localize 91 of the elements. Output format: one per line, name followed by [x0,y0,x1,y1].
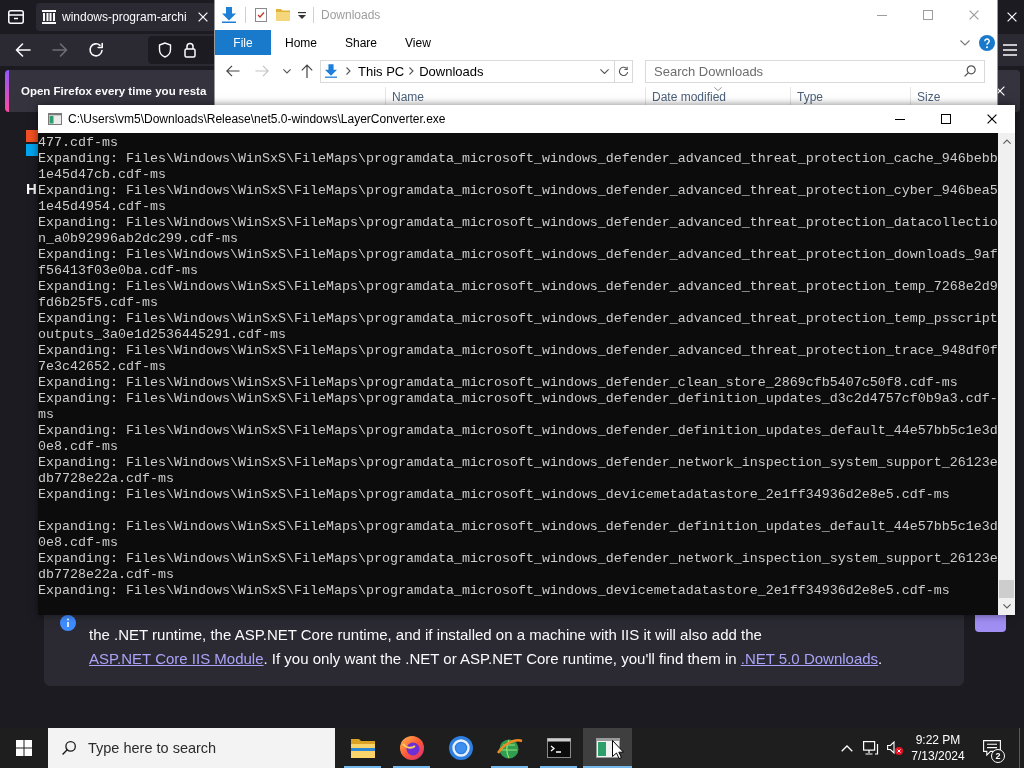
mouse-pointer-icon [612,740,624,759]
chevron-down-icon[interactable] [600,68,609,74]
maximize-icon[interactable] [941,114,951,124]
console-line: Expanding: Files\Windows\WinSxS\FileMaps\programdata_microsoft_windows_defender_advanced_threat_protection_temp_psscript [38,311,998,327]
flame-globe-icon [399,736,424,760]
menu-icon[interactable] [1003,44,1017,56]
taskbar-app-button[interactable] [583,728,632,768]
chevron-down-icon[interactable] [960,39,970,46]
console-line: Expanding: Files\Windows\WinSxS\FileMaps\programdata_microsoft_windows_defender_advanced_threat_protection_cache_946bebb [38,151,998,167]
caret-up-icon[interactable] [841,744,853,752]
console-line: 0e8.cdf-ms [38,535,119,551]
close-tab-icon[interactable] [198,12,208,22]
search-field[interactable]: Search Downloads [645,59,985,83]
download-arrow-icon [325,64,337,78]
console-line: 477.cdf-ms [38,135,119,151]
muted-speaker-icon[interactable] [887,741,903,755]
console-line: outputs_3a0e1d2536445291.cdf-ms [38,327,287,343]
breadcrumb[interactable]: Downloads [419,63,484,79]
folder-icon [350,738,375,758]
console-line: Expanding: Files\Windows\WinSxS\FileMaps\programdata_microsoft_windows_defender_advanced_threat_protection_datacollectio [38,215,998,231]
console-line: db7728e22a.cdf-ms [38,471,175,487]
globe-swoosh-icon [496,737,523,759]
checkmark-sheet-icon[interactable] [255,8,267,22]
scroll-down-icon[interactable] [1002,604,1011,609]
scroll-up-icon[interactable] [1002,139,1011,144]
console-line: Expanding: Files\Windows\WinSxS\FileMaps\programdata_microsoft_windows_defender_advanced_threat_protection_downloads_9af [38,247,998,263]
shield-icon[interactable] [158,42,172,58]
console-line: Expanding: Files\Windows\WinSxS\FileMaps\programdata_microsoft_windows_devicemetadatastore_2e1ff34936d2e8e5.cdf-ms [38,583,951,599]
page-heading: H [26,180,37,198]
console-line: Expanding: Files\Windows\WinSxS\FileMaps\programdata_microsoft_windows_defender_definition_updates_d3c2d4757cf0b9a3.cdf- [38,391,998,407]
download-arrow-icon[interactable] [222,7,236,23]
search-icon [62,741,76,755]
lock-icon [184,42,196,58]
window-title: C:\Users\vm5\Downloads\Release\net5.0-windows\LayerConverter.exe [68,112,446,126]
refresh-button[interactable] [615,59,633,83]
console-line: Expanding: Files\Windows\WinSxS\FileMaps\programdata_microsoft_windows_devicemetadatastore_2e1ff34936d2e8e5.cdf-ms [38,487,951,503]
console-line: Expanding: Files\Windows\WinSxS\FileMaps\programdata_microsoft_windows_defender_definition_updates_default_44e57bb5c1e3d [38,423,998,439]
chevron-down-icon[interactable] [283,68,291,74]
console-line: 7e3c42652.cdf-ms [38,359,167,375]
address-bar[interactable]: This PC Downloads [320,59,615,83]
ring-icon [448,736,473,760]
console-line: Expanding: Files\Windows\WinSxS\FileMaps\programdata_microsoft_windows_defender_network_inspection_system_support_26123e [38,551,998,567]
info-paragraph: the .NET runtime, the ASP.NET Core runtime, and if installed on a machine with IIS it will also add the ASP.NET Core IIS Module. If you only want the .NET or ASP.NET Core runtime, you'll find them in .NET 5.0 Downloads. [89,625,884,669]
file-menu-button[interactable]: File [215,30,271,55]
taskbar-clock[interactable]: 9:22 PM 7/13/2024 [907,728,969,768]
console-line: Expanding: Files\Windows\WinSxS\FileMaps\programdata_microsoft_windows_defender_advanced_threat_protection_trace_948df0f [38,343,998,359]
customize-caret-icon[interactable] [298,11,306,19]
taskbar-search-field[interactable]: Type here to search [48,728,335,768]
chevron-right-icon[interactable] [346,67,351,75]
console-line: f56413f03e0ba.cdf-ms [38,263,199,279]
reload-icon[interactable] [88,42,104,58]
chevron-right-icon[interactable] [409,67,415,75]
console-line: Expanding: Files\Windows\WinSxS\FileMaps\programdata_microsoft_windows_defender_clean_store_2869cfb5407c50f8.cdf-ms [38,375,959,391]
console-line: Expanding: Files\Windows\WinSxS\FileMaps\programdata_microsoft_windows_defender_definition_updates_default_44e57bb5c1e3d [38,519,998,535]
console-line: 1e45d4954.cdf-ms [38,199,167,215]
console-line: db7728e22a.cdf-ms [38,567,175,583]
text-link[interactable]: ASP.NET Core IIS Module [89,650,264,667]
ribbon-tab[interactable]: View [391,30,445,55]
up-arrow-icon[interactable] [301,64,313,78]
console-line: n_a0b92996ab2dc299.cdf-ms [38,231,239,247]
console-line: Expanding: Files\Windows\WinSxS\FileMaps\programdata_microsoft_windows_defender_advanced_threat_protection_cyber_946bea5 [38,183,998,199]
forward-arrow-icon[interactable] [52,43,68,57]
console-line: fd6b25f5.cdf-ms [38,295,159,311]
window-title: Downloads [321,8,381,22]
console-line: Expanding: Files\Windows\WinSxS\FileMaps\programdata_microsoft_windows_defender_advanced_threat_protection_temp_7268e2d9 [38,279,998,295]
refresh-icon [618,65,629,77]
close-icon[interactable] [987,114,997,124]
console-line: Expanding: Files\Windows\WinSxS\FileMaps\programdata_microsoft_windows_defender_network_inspection_system_support_26123e [38,455,998,471]
console-line: 0e8.cdf-ms [38,439,119,455]
notification-badge: 2 [991,749,1005,763]
browser-tab[interactable]: windows-program-archi [36,3,216,31]
terminal-icon [546,738,571,758]
tab-list-icon[interactable] [8,10,24,24]
minimize-icon[interactable] [895,118,905,120]
breadcrumb[interactable]: This PC [358,63,405,79]
app-window-icon [48,113,62,125]
ribbon-tab[interactable]: Share [331,30,392,55]
columns-building-icon [42,10,56,24]
scrollbar-thumb[interactable] [999,580,1014,598]
help-icon[interactable] [979,34,995,51]
windows-logo-icon[interactable] [16,740,32,756]
console-line: ms [38,407,55,423]
squares-logo-icon [26,130,38,156]
search-icon [964,64,976,77]
info-icon [60,615,76,631]
scrollbar[interactable] [998,133,1015,615]
ribbon-tab[interactable]: Home [271,30,331,55]
notification-message: Open Firefox every time you resta [21,85,207,97]
back-arrow-icon[interactable] [226,65,240,77]
network-monitor-icon[interactable] [863,741,879,755]
console-line: 1e45d47cb.cdf-ms [38,167,167,183]
